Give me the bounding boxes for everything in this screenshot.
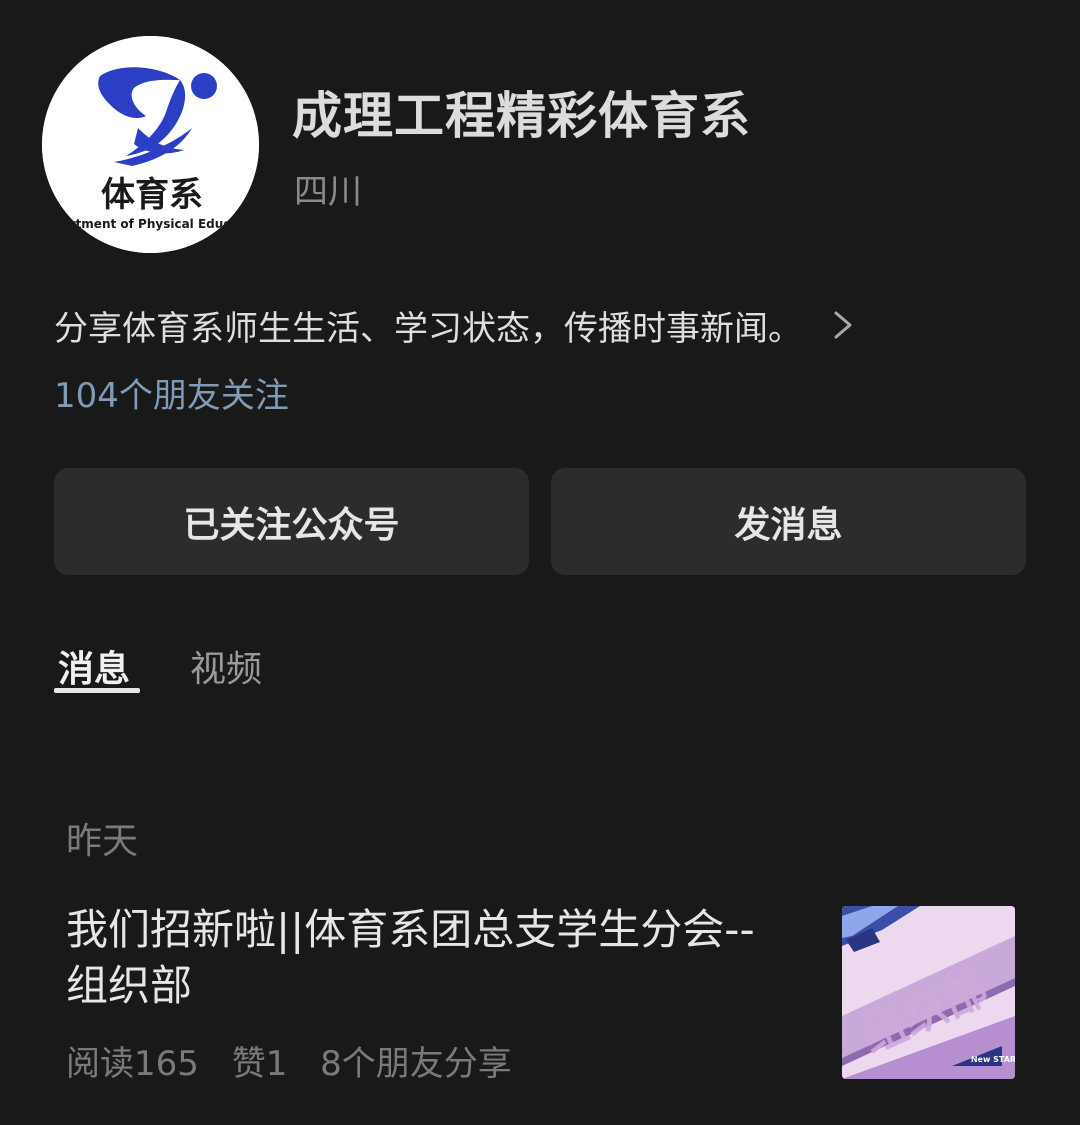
article-thumbnail[interactable]: 组织部 New START (842, 906, 1015, 1079)
date-label: 昨天 (66, 821, 139, 862)
like-count: 赞1 (231, 1044, 288, 1084)
followed-account-button[interactable]: 已关注公众号 (54, 468, 529, 575)
logo-icon: 体育系 Department of Physical Education (42, 36, 259, 253)
chevron-right-icon[interactable] (830, 305, 856, 345)
read-count: 阅读165 (66, 1044, 199, 1084)
bio-row[interactable]: 分享体育系师生生活、学习状态，传播时事新闻。 (54, 300, 954, 350)
share-count: 8个朋友分享 (320, 1044, 512, 1084)
tab-videos[interactable]: 视频 (190, 640, 262, 692)
thumbnail-badge: New START (971, 1055, 1015, 1064)
tab-messages[interactable]: 消息 (58, 640, 130, 692)
send-message-button[interactable]: 发消息 (551, 468, 1026, 575)
friends-following-link[interactable]: 104个朋友关注 (54, 368, 289, 417)
article-item[interactable]: 我们招新啦||体育系团总支学生分会--组织部 阅读165 赞1 8个朋友分享 组… (0, 880, 1080, 1125)
official-account-profile: 体育系 Department of Physical Education 成理工… (0, 0, 1080, 1125)
logo-text: 体育系 (101, 175, 203, 215)
article-stats: 阅读165 赞1 8个朋友分享 (66, 1036, 534, 1085)
logo-subtext: Department of Physical Education (42, 217, 259, 231)
active-tab-indicator (54, 688, 140, 693)
account-name: 成理工程精彩体育系 (292, 87, 751, 145)
account-region: 四川 (294, 172, 362, 212)
bio-text: 分享体育系师生生活、学习状态，传播时事新闻。 (54, 308, 802, 349)
article-title: 我们招新啦||体育系团总支学生分会--组织部 (66, 905, 755, 1010)
account-avatar[interactable]: 体育系 Department of Physical Education (42, 36, 259, 253)
